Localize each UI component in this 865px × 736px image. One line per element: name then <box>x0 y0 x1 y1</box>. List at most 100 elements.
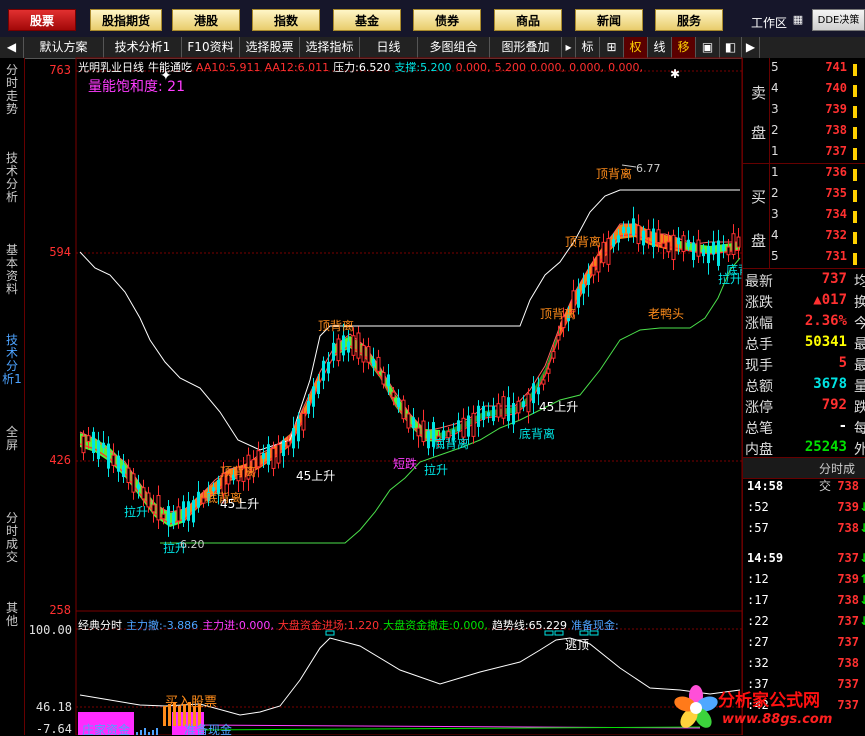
candle-body <box>591 265 596 276</box>
trade-price: 737 <box>837 614 859 628</box>
window-icon[interactable]: ▣ <box>696 37 720 58</box>
candle-body <box>236 466 241 482</box>
menu-index[interactable]: 指数 <box>252 9 320 31</box>
toolbar-rights[interactable]: 权 <box>624 37 648 58</box>
trade-price: 738 <box>837 521 859 535</box>
toolbar-arrow-icon[interactable]: ▸ <box>562 37 576 58</box>
candle-body <box>567 314 570 322</box>
extra-value: 0.000, <box>530 61 566 74</box>
dde-button[interactable]: DDE决策 <box>812 9 865 31</box>
nav-left-icon[interactable]: ◀ <box>0 37 24 58</box>
menu-index-futures[interactable]: 股指期货 <box>90 9 162 31</box>
toolbar-select-indicator[interactable]: 选择指标 <box>300 37 360 58</box>
tab-technical-1[interactable]: 技术分析1 <box>2 334 22 386</box>
main-sell-value: -3.886 <box>162 619 199 632</box>
tab-fullscreen[interactable]: 全屏 <box>2 426 22 452</box>
bid-level: 5 <box>771 249 779 263</box>
main-funds-bar <box>172 712 204 735</box>
bid-row[interactable]: 2 735 <box>743 186 865 206</box>
ask-row[interactable]: 3 739 <box>743 102 865 122</box>
toolbar-line[interactable]: 线 <box>648 37 672 58</box>
candle-body <box>107 443 110 469</box>
trade-arrow: ↓ <box>859 521 865 535</box>
trade-price: 738 <box>837 656 859 670</box>
menu-funds[interactable]: 基金 <box>333 9 401 31</box>
tab-intraday[interactable]: 分时走势 <box>2 64 22 116</box>
grid-icon[interactable]: ▦ <box>790 12 806 28</box>
support-label: 支撑: <box>394 61 421 74</box>
toolbar-select-stock[interactable]: 选择股票 <box>240 37 300 58</box>
workarea-label[interactable]: 工作区 <box>751 14 787 31</box>
nav-right-icon[interactable]: ▶ <box>742 37 760 58</box>
toolbar-multi-chart[interactable]: 多图组合 <box>418 37 490 58</box>
moving-average-line <box>79 233 741 525</box>
trade-time: :32 <box>747 656 769 670</box>
stat-extra: 跌 <box>854 400 865 416</box>
menu-stocks[interactable]: 股票 <box>8 9 76 31</box>
aa12-value: 6.011 <box>297 61 330 74</box>
stat-extra: 换 <box>854 295 865 311</box>
toolbar-f10[interactable]: F10资料 <box>182 37 240 58</box>
menu-services[interactable]: 服务 <box>655 9 723 31</box>
candle-body <box>516 400 521 414</box>
candle-body <box>432 422 435 447</box>
candle-body <box>182 501 185 523</box>
trade-row: 14:59 737 ↓ <box>743 551 865 573</box>
indicator-axis-label: 100.00 <box>28 623 72 637</box>
bid-price: 735 <box>825 186 847 200</box>
crosshair-icon[interactable]: ⊞ <box>600 37 624 58</box>
bid-level: 4 <box>771 228 779 242</box>
ask-row[interactable]: 5 741 <box>743 60 865 80</box>
candle-body <box>336 338 341 362</box>
toolbar-tech-analysis[interactable]: 技术分析1 <box>104 37 182 58</box>
ask-row[interactable]: 4 740 <box>743 81 865 101</box>
tab-technical[interactable]: 技术分析 <box>2 152 22 204</box>
toolbar-mark[interactable]: 标 <box>576 37 600 58</box>
stat-row: 总手 50341 最 <box>743 334 865 354</box>
toolbar-default-scheme[interactable]: 默认方案 <box>24 37 104 58</box>
bid-row[interactable]: 4 732 <box>743 228 865 248</box>
trade-row: :27 737 <box>743 635 865 657</box>
trades-header[interactable]: 分时成交 <box>743 457 865 493</box>
stat-row: 现手 5 最 <box>743 355 865 375</box>
tab-trades[interactable]: 分时成交 <box>2 512 22 564</box>
trade-price: 739 <box>837 572 859 586</box>
bid-price: 732 <box>825 228 847 242</box>
menu-bonds[interactable]: 债券 <box>413 9 481 31</box>
menu-hk-stocks[interactable]: 港股 <box>172 9 240 31</box>
toolbar-move[interactable]: 移 <box>672 37 696 58</box>
chart-annotation: 拉升 <box>163 540 187 555</box>
toolbar-daily[interactable]: 日线 <box>360 37 418 58</box>
candle-body <box>176 506 181 522</box>
ask-level: 2 <box>771 123 779 137</box>
menu-news[interactable]: 新闻 <box>575 9 643 31</box>
stat-label: 总笔 <box>745 421 773 437</box>
candle-body <box>487 412 490 417</box>
pressure-label: 压力: <box>333 61 359 74</box>
candle-body <box>596 255 601 273</box>
trade-time: :57 <box>747 521 769 535</box>
candle-body <box>256 450 261 468</box>
candle-body <box>197 491 200 508</box>
tab-fundamentals[interactable]: 基本资料 <box>2 244 22 296</box>
tab-other[interactable]: 其他 <box>2 602 22 628</box>
bid-row[interactable]: 3 734 <box>743 207 865 227</box>
stat-label: 总额 <box>745 379 773 395</box>
toolbar-overlay[interactable]: 图形叠加 <box>490 37 562 58</box>
buy-signal-bar <box>168 704 171 726</box>
ask-row[interactable]: 2 738 <box>743 123 865 143</box>
trend-band <box>185 372 320 521</box>
bid-row[interactable]: 5 731 <box>743 249 865 269</box>
bid-row[interactable]: 1 736 <box>743 165 865 185</box>
close-pane-icon[interactable]: ◧ <box>720 37 742 58</box>
candle-body <box>167 506 170 526</box>
stat-row: 总额 3678 量 <box>743 376 865 396</box>
chart-frame <box>75 57 743 735</box>
chart-annotation: 拉升 <box>718 271 742 286</box>
ask-row[interactable]: 1 737 <box>743 144 865 164</box>
menu-commodities[interactable]: 商品 <box>494 9 562 31</box>
indicator-axis-label: -7.64 <box>35 722 72 736</box>
candle-body <box>512 403 515 425</box>
candle-body <box>632 218 635 236</box>
candle-body <box>276 444 281 464</box>
